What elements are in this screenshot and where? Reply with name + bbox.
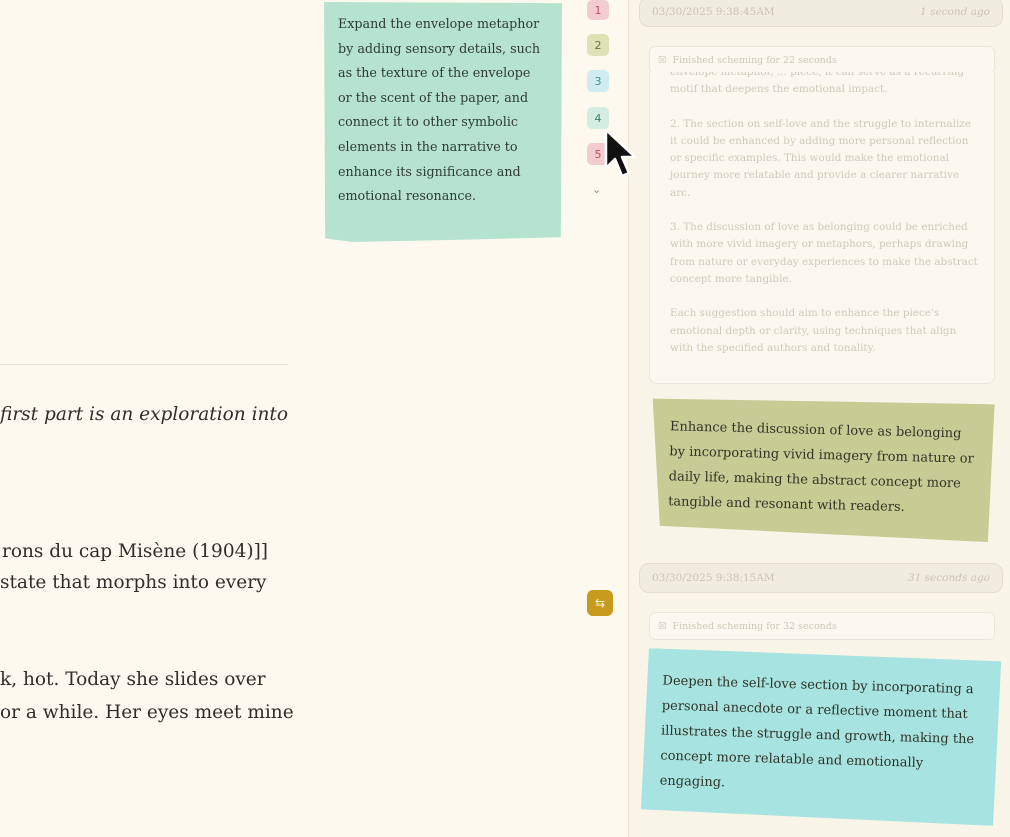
reasoning-paragraph: 2. The section on self-love and the stru… xyxy=(670,117,971,199)
editor-line: first part is an exploration into xyxy=(0,404,288,425)
suggestion-marker-3[interactable]: 3 xyxy=(587,70,609,92)
scheme-label: Finished scheming for 32 seconds xyxy=(672,620,837,632)
timestamp-text: 03/30/2025 9:38:45AM xyxy=(652,6,775,18)
reasoning-paragraph: envelope metaphor, ... piece, it can ser… xyxy=(670,72,964,96)
timestamp-text: 03/30/2025 9:38:15AM xyxy=(652,572,775,584)
mouse-cursor-icon xyxy=(604,128,637,178)
scheme-icon: ☒ xyxy=(658,620,667,632)
editor-line: rons du cap Misène (1904)]] xyxy=(2,541,269,562)
reasoning-paragraph: Each suggestion should aim to enhance th… xyxy=(670,307,957,354)
editor-line: or a while. Her eyes meet mine xyxy=(0,702,294,723)
suggestions-panel: 03/30/2025 9:38:45AM 1 second ago ☒ Fini… xyxy=(628,0,1010,837)
suggestion-marker-1[interactable]: 1 xyxy=(587,0,609,20)
scheming-toggle[interactable]: ☒ Finished scheming for 32 seconds xyxy=(649,612,995,640)
scheme-label: Finished scheming for 22 seconds xyxy=(672,54,837,66)
suggestion-note-self-love[interactable]: Deepen the self-love section by incorpor… xyxy=(641,648,1002,826)
editor-line: k, hot. Today she slides over xyxy=(0,669,266,690)
reasoning-text-box[interactable]: envelope metaphor, ... piece, it can ser… xyxy=(649,72,995,384)
history-entry-timestamp[interactable]: 03/30/2025 9:38:45AM 1 second ago xyxy=(639,0,1003,27)
suggestion-note-envelope[interactable]: Expand the envelope metaphor by adding s… xyxy=(324,2,562,242)
suggestion-note-belonging[interactable]: Enhance the discussion of love as belong… xyxy=(649,396,994,542)
editor-line: state that morphs into every xyxy=(0,572,267,593)
swap-arrows-icon[interactable]: ⇆ xyxy=(587,590,613,616)
document-editor[interactable]: first part is an exploration into rons d… xyxy=(0,0,300,837)
scheming-toggle[interactable]: ☒ Finished scheming for 22 seconds xyxy=(649,46,995,74)
suggestion-text: Deepen the self-love section by incorpor… xyxy=(659,673,975,791)
scheme-icon: ☒ xyxy=(658,54,667,66)
relative-time: 31 seconds ago xyxy=(907,572,990,584)
reasoning-paragraph: 3. The discussion of love as belonging c… xyxy=(670,221,978,285)
suggestion-text: Expand the envelope metaphor by adding s… xyxy=(338,16,541,204)
section-divider xyxy=(0,364,288,365)
suggestion-marker-4[interactable]: 4 xyxy=(587,107,609,129)
suggestion-text: Enhance the discussion of love as belong… xyxy=(667,419,974,516)
history-entry-timestamp[interactable]: 03/30/2025 9:38:15AM 31 seconds ago xyxy=(639,563,1003,593)
chevron-down-icon[interactable]: ⌄ xyxy=(592,183,601,196)
relative-time: 1 second ago xyxy=(920,6,990,18)
suggestion-marker-2[interactable]: 2 xyxy=(587,34,609,56)
